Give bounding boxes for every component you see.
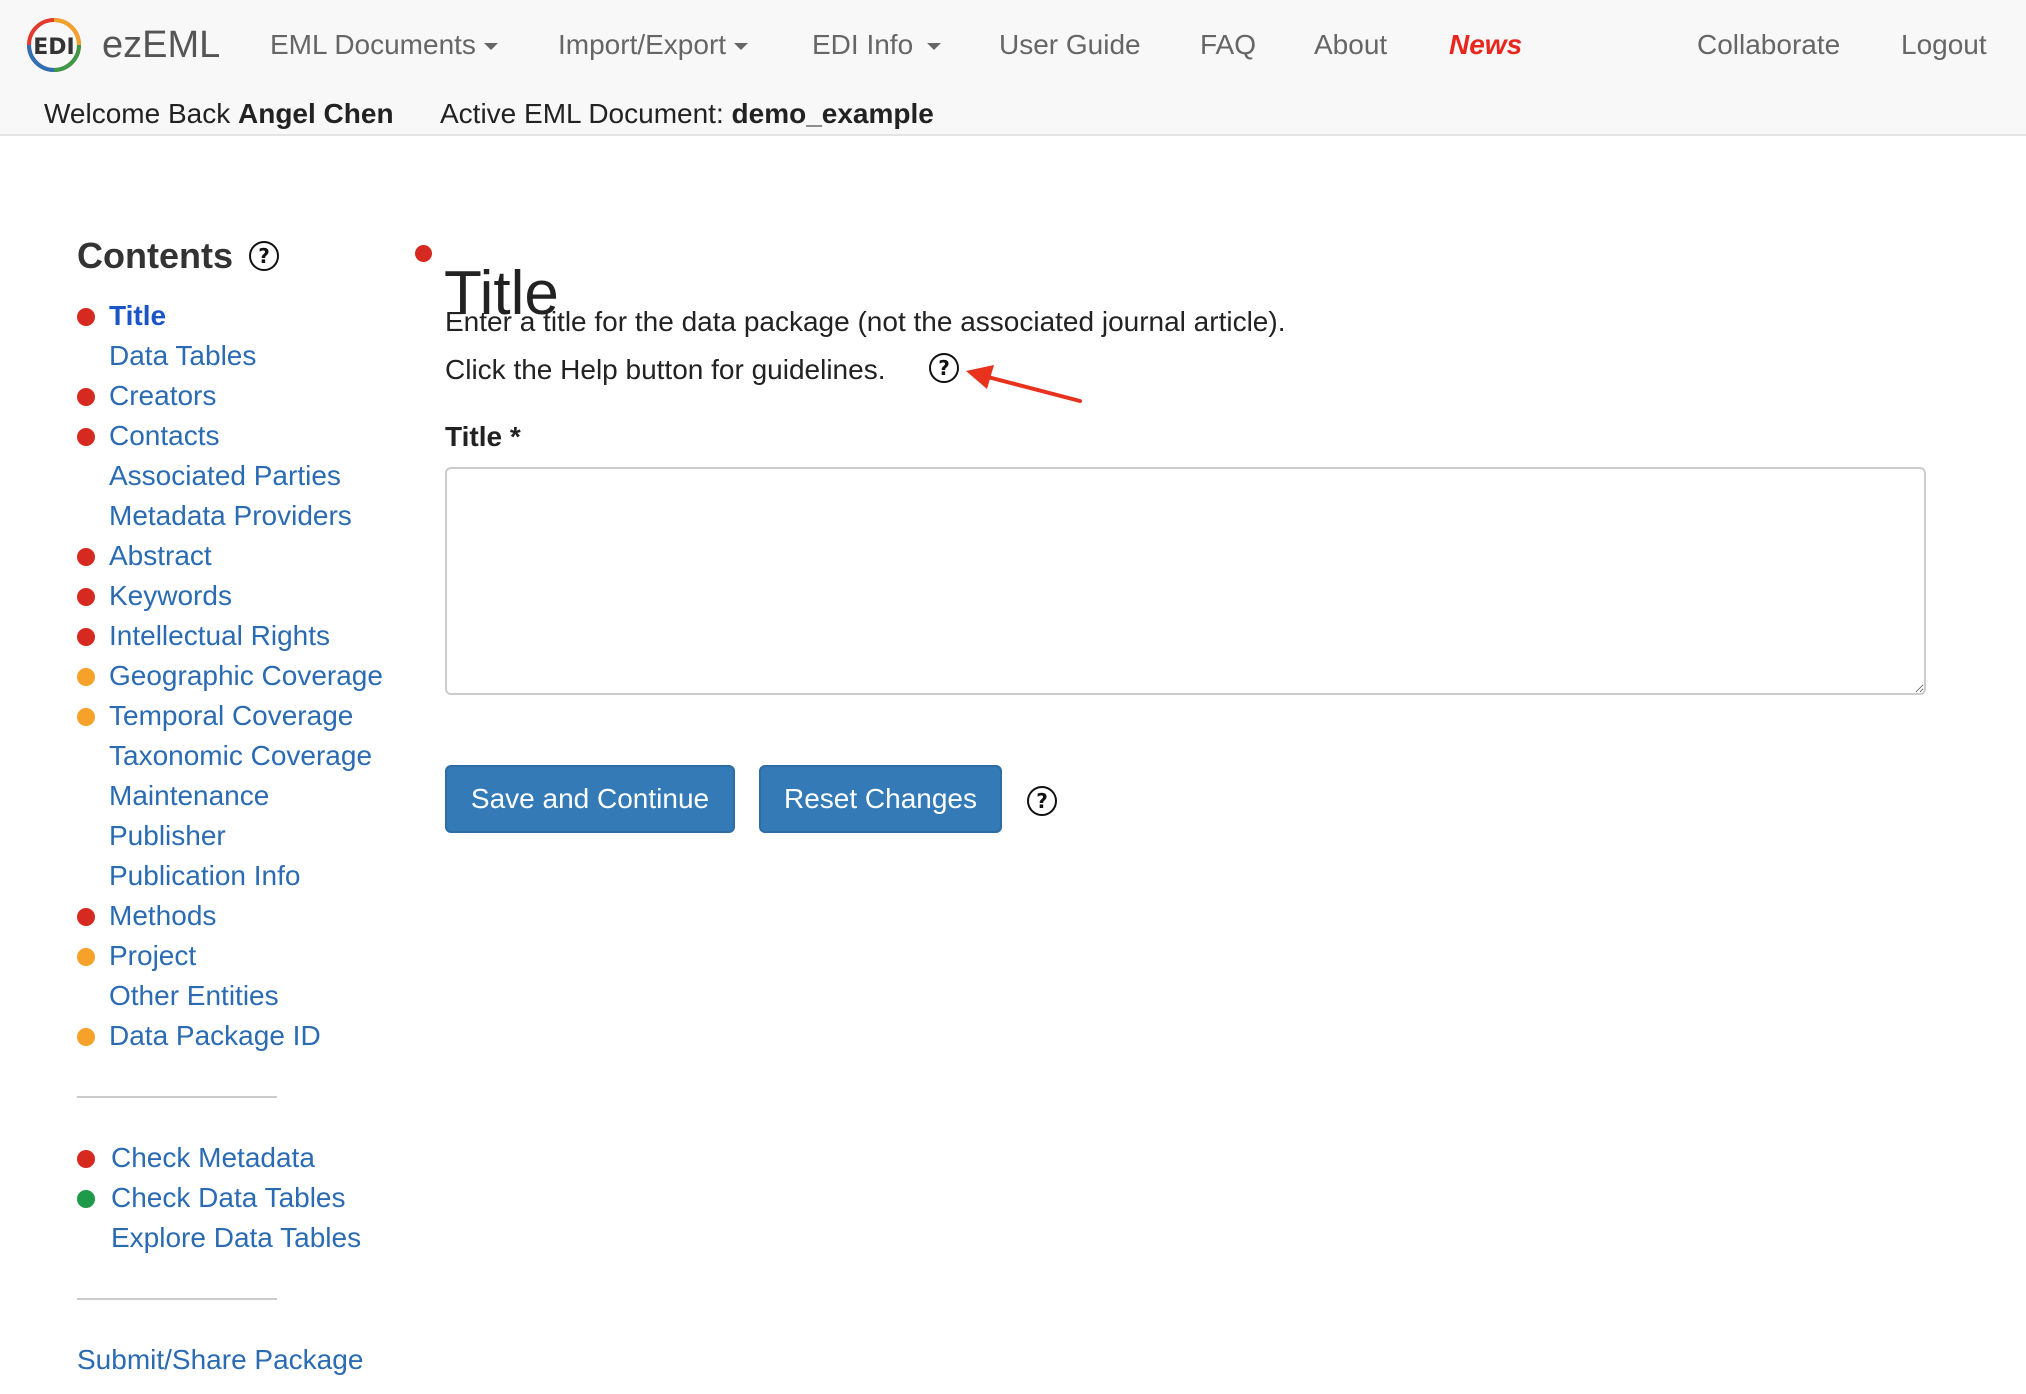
edi-logo-icon: EDI <box>27 18 81 72</box>
annotation-arrow-icon <box>966 365 1082 403</box>
active-document-name: demo_example <box>731 98 934 129</box>
sidebar-contents-heading: Contents ? <box>77 232 279 280</box>
brand-home-link[interactable]: EDI ezEML <box>26 17 220 73</box>
sidebar-title-text: Contents <box>77 235 233 276</box>
nav-logout-link[interactable]: Logout <box>1901 24 1987 66</box>
sidebar-link-associated-parties[interactable]: Associated Parties <box>109 456 341 496</box>
sidebar-link-creators[interactable]: Creators <box>109 376 216 416</box>
welcome-message: Welcome Back Angel Chen <box>44 94 394 134</box>
status-dot-green <box>77 1190 95 1208</box>
nav-faq-link[interactable]: FAQ <box>1200 24 1256 66</box>
status-dot-orange <box>77 708 95 726</box>
caret-down-icon <box>734 43 749 51</box>
save-and-continue-button[interactable]: Save and Continue <box>445 765 735 833</box>
status-dot-orange <box>77 1028 95 1046</box>
status-dot-orange <box>77 948 95 966</box>
sidebar-divider <box>77 1298 277 1300</box>
active-document-indicator: Active EML Document: demo_example <box>440 94 934 134</box>
sidebar-link-publisher[interactable]: Publisher <box>109 816 226 856</box>
sidebar-link-check-metadata[interactable]: Check Metadata <box>111 1138 315 1178</box>
status-dot-red <box>77 908 95 926</box>
nav-news-link[interactable]: News <box>1449 24 1522 66</box>
title-input[interactable] <box>445 467 1926 695</box>
help-instruction-text: Click the Help button for guidelines. <box>445 354 886 385</box>
sidebar-divider <box>77 1096 277 1098</box>
sidebar-link-data-package-id[interactable]: Data Package ID <box>109 1016 321 1056</box>
nav-user-guide-link[interactable]: User Guide <box>999 24 1141 66</box>
status-dot-red <box>77 388 95 406</box>
sidebar-link-geographic-coverage[interactable]: Geographic Coverage <box>109 656 383 696</box>
status-dot-red <box>77 1150 95 1168</box>
caret-down-icon <box>483 43 498 51</box>
nav-eml-documents-label: EML Documents <box>270 29 476 60</box>
status-dot-red <box>77 308 95 326</box>
active-document-prefix: Active EML Document: <box>440 98 724 129</box>
nav-about-link[interactable]: About <box>1314 24 1387 66</box>
buttons-help-icon[interactable]: ? <box>1027 786 1057 816</box>
user-name: Angel Chen <box>238 98 394 129</box>
sidebar-link-explore-data-tables[interactable]: Explore Data Tables <box>111 1218 361 1258</box>
contents-help-icon[interactable]: ? <box>249 241 279 271</box>
status-dot-red <box>77 588 95 606</box>
nav-edi-info-label: EDI Info <box>812 29 914 60</box>
sidebar-link-data-tables[interactable]: Data Tables <box>109 336 256 376</box>
status-dot-red <box>77 628 95 646</box>
submit-share-package-link[interactable]: Submit/Share Package <box>77 1340 363 1380</box>
title-status-dot <box>415 245 432 262</box>
title-help-icon[interactable]: ? <box>929 353 959 383</box>
sidebar-link-intellectual-rights[interactable]: Intellectual Rights <box>109 616 330 656</box>
sidebar-link-contacts[interactable]: Contacts <box>109 416 220 456</box>
nav-collaborate-link[interactable]: Collaborate <box>1697 24 1840 66</box>
caret-down-icon <box>927 43 942 51</box>
nav-import-export-label: Import/Export <box>558 29 727 60</box>
sidebar-link-abstract[interactable]: Abstract <box>109 536 212 576</box>
sidebar-link-methods[interactable]: Methods <box>109 896 216 936</box>
status-dot-orange <box>77 668 95 686</box>
top-navbar: EDI ezEML EML Documents Import/Export ED… <box>0 0 2026 136</box>
sidebar-link-metadata-providers[interactable]: Metadata Providers <box>109 496 352 536</box>
sidebar-link-taxonomic-coverage[interactable]: Taxonomic Coverage <box>109 736 372 776</box>
status-dot-red <box>77 548 95 566</box>
sidebar-link-title[interactable]: Title <box>109 296 166 336</box>
instruction-text: Enter a title for the data package (not … <box>445 306 1286 337</box>
title-field-label: Title * <box>445 421 521 452</box>
sidebar-link-check-data-tables[interactable]: Check Data Tables <box>111 1178 346 1218</box>
sidebar-link-keywords[interactable]: Keywords <box>109 576 232 616</box>
logo-text: EDI <box>33 35 74 60</box>
nav-import-export-dropdown[interactable]: Import/Export <box>558 24 749 66</box>
brand-name: ezEML <box>102 23 221 66</box>
sidebar-link-maintenance[interactable]: Maintenance <box>109 776 269 816</box>
welcome-prefix: Welcome Back <box>44 98 231 129</box>
sidebar-link-project[interactable]: Project <box>109 936 196 976</box>
sidebar-link-publication-info[interactable]: Publication Info <box>109 856 300 896</box>
sidebar-link-other-entities[interactable]: Other Entities <box>109 976 279 1016</box>
nav-edi-info-dropdown[interactable]: EDI Info <box>812 24 942 66</box>
reset-changes-button[interactable]: Reset Changes <box>759 765 1002 833</box>
nav-eml-documents-dropdown[interactable]: EML Documents <box>270 24 498 66</box>
sidebar-link-temporal-coverage[interactable]: Temporal Coverage <box>109 696 353 736</box>
status-dot-red <box>77 428 95 446</box>
